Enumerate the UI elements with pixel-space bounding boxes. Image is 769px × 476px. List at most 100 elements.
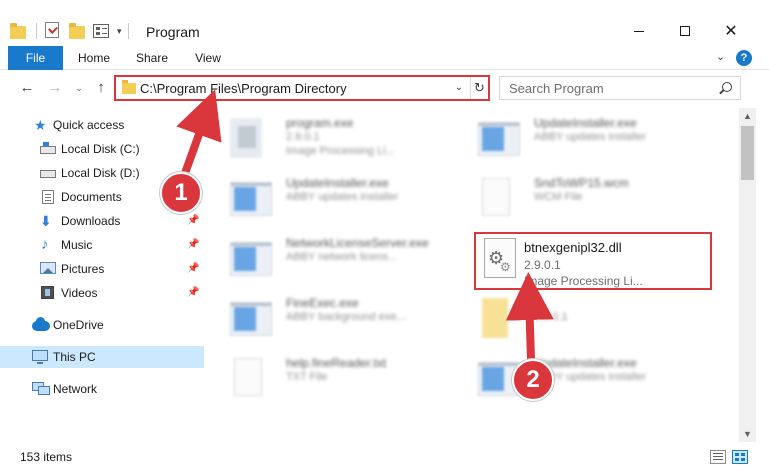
navigation-pane: ★ Quick access Local Disk (C:) 📌 Local D… (0, 108, 204, 442)
window-app-icon (478, 362, 520, 396)
file-item-updateinstaller-exe[interactable]: UpdateInstaller.exe ABBY updates install… (472, 352, 712, 406)
window-app-icon (230, 242, 272, 276)
file-item-fineexec-exe[interactable]: FineExec.exe ABBY background exe... (224, 292, 464, 346)
file-description: ABBY updates installer (534, 371, 647, 383)
address-bar[interactable]: C:\Program Files\Program Directory ⌄ ↻ (114, 75, 490, 101)
sidebar-item-this-pc[interactable]: This PC (0, 346, 204, 368)
minimize-icon (634, 30, 644, 32)
file-item-sndtowp15-wcm[interactable]: SndToWP15.wcm WCM File (472, 172, 712, 226)
file-item-help-finereader-txt[interactable]: help.fineReader.txt TXT File (224, 352, 464, 406)
sidebar-item-pictures[interactable]: Pictures 📌 (0, 258, 204, 280)
divider (127, 23, 129, 39)
sidebar-item-label: Pictures (61, 262, 105, 276)
tab-share[interactable]: Share (130, 46, 174, 70)
recent-locations-chevron-icon[interactable]: ⌄ (70, 79, 88, 97)
sidebar-item-label: Local Disk (D:) (61, 166, 140, 180)
file-item-program-exe[interactable]: program.exe 2.9.0.1 Image Processing Li.… (224, 112, 464, 166)
properties-icon[interactable] (93, 22, 111, 40)
ribbon: File Home Share View ⌄ ? (0, 46, 769, 70)
expand-ribbon-chevron-icon[interactable]: ⌄ (716, 50, 725, 63)
file-item-updateinstaller-exe[interactable]: UpdateInstaller.exe ABBY updates install… (224, 172, 464, 226)
pin-icon[interactable]: 📌 (187, 287, 199, 298)
sidebar-item-network[interactable]: Network (0, 378, 204, 400)
folder-icon (122, 80, 136, 94)
forward-arrow-icon[interactable]: → (46, 79, 64, 97)
search-input[interactable]: Search Program (499, 76, 741, 100)
file-name: SndToWP15.wcm (534, 176, 629, 190)
file-item-updateinstaller-exe[interactable]: UpdateInstaller.exe ABBY updates install… (472, 112, 712, 166)
customize-toolbar-chevron-icon[interactable]: ▾ (117, 26, 122, 37)
file-item-networklicenseserver-exe[interactable]: NetworkLicenseServer.exe ABBY network li… (224, 232, 464, 286)
file-version: 2.9.0.1 (286, 131, 320, 143)
vertical-scrollbar[interactable]: ▲ ▼ (739, 108, 756, 442)
quick-access-toolbar: ▾ (10, 20, 137, 42)
scroll-down-icon[interactable]: ▼ (739, 426, 756, 442)
videos-icon (41, 286, 54, 299)
refresh-icon[interactable]: ↻ (470, 77, 488, 99)
pin-icon[interactable]: 📌 (187, 143, 199, 154)
window-app-icon (230, 182, 272, 216)
this-pc-icon (32, 350, 48, 364)
file-name: UpdateInstaller.exe (534, 116, 637, 130)
sidebar-item-label: Quick access (53, 118, 125, 132)
maximize-icon (680, 26, 690, 36)
pin-icon[interactable]: 📌 (187, 239, 199, 250)
file-description: ABBY updates installer (286, 191, 399, 203)
maximize-button[interactable] (662, 18, 708, 44)
folder-icon[interactable] (10, 22, 28, 40)
checklist-icon[interactable] (45, 22, 63, 40)
file-name: UpdateInstaller.exe (534, 356, 637, 370)
file-name: FineExec.exe (286, 296, 359, 310)
program-exe-icon (230, 118, 262, 158)
sidebar-item-onedrive[interactable]: OneDrive (0, 314, 204, 336)
back-arrow-icon[interactable]: ← (18, 79, 36, 97)
network-icon (32, 382, 50, 395)
pictures-icon (40, 262, 56, 274)
title-bar: ▾ Program ✕ (0, 0, 769, 46)
sidebar-item-videos[interactable]: Videos 📌 (0, 282, 204, 304)
sidebar-item-label: Videos (61, 286, 98, 300)
file-name: UpdateInstaller.exe (286, 176, 389, 190)
tab-file[interactable]: File (8, 46, 63, 70)
sidebar-item-downloads[interactable]: ⬇ Downloads 📌 (0, 210, 204, 232)
file-item-folder[interactable]: 2.9.0.1 (472, 292, 712, 346)
sidebar-item-music[interactable]: ♪ Music 📌 (0, 234, 204, 256)
file-description: ABBY updates installer (534, 131, 647, 143)
address-dropdown-chevron-icon[interactable]: ⌄ (452, 79, 466, 97)
downloads-icon: ⬇ (40, 213, 52, 229)
pin-icon[interactable]: 📌 (187, 263, 199, 274)
sidebar-item-quick-access[interactable]: ★ Quick access (0, 114, 204, 136)
minimize-button[interactable] (616, 18, 662, 44)
blank-file-icon (482, 178, 510, 216)
address-path[interactable]: C:\Program Files\Program Directory (140, 81, 347, 96)
sidebar-item-label: Documents (61, 190, 122, 204)
star-icon: ★ (34, 117, 47, 133)
search-icon[interactable] (722, 82, 732, 92)
tab-view[interactable]: View (186, 46, 230, 70)
documents-icon (42, 190, 54, 204)
details-view-icon[interactable] (710, 450, 726, 464)
scroll-thumb[interactable] (741, 126, 754, 180)
sidebar-item-documents[interactable]: Documents (0, 186, 204, 208)
help-icon[interactable]: ? (736, 50, 752, 66)
pin-icon[interactable]: 📌 (187, 215, 199, 226)
status-bar: 153 items (0, 446, 769, 468)
sidebar-item-local-disk-d[interactable]: Local Disk (D:) (0, 162, 204, 184)
new-folder-icon[interactable] (69, 22, 87, 40)
file-type: WCM File (534, 191, 583, 203)
item-count: 153 items (20, 450, 73, 464)
file-name: program.exe (286, 116, 354, 130)
highlight-box-dll (474, 232, 712, 290)
sidebar-item-label: Network (53, 382, 98, 396)
sidebar-item-label: This PC (53, 350, 96, 364)
sidebar-item-local-disk-c[interactable]: Local Disk (C:) 📌 (0, 138, 204, 160)
tab-home[interactable]: Home (70, 46, 118, 70)
up-arrow-icon[interactable]: ↑ (92, 79, 110, 97)
close-button[interactable]: ✕ (708, 18, 754, 44)
window-app-icon (478, 122, 520, 156)
local-disk-icon (40, 170, 56, 178)
scroll-up-icon[interactable]: ▲ (739, 108, 756, 124)
file-description: ABBY network licens... (286, 251, 398, 263)
search-placeholder: Search Program (509, 81, 604, 96)
large-icons-view-icon[interactable] (732, 450, 748, 464)
